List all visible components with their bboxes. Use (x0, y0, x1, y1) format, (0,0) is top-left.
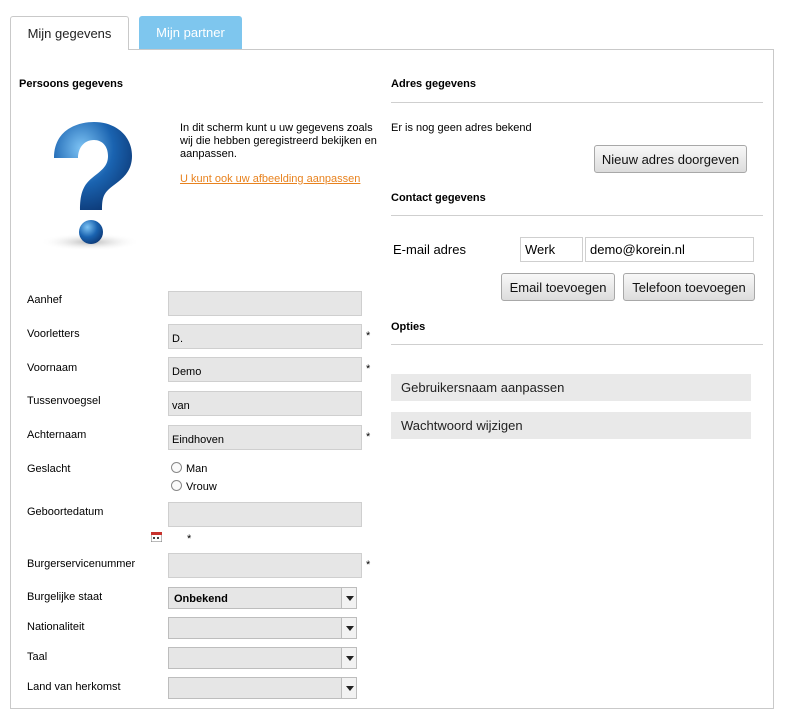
change-password-option[interactable]: Wachtwoord wijzigen (391, 412, 751, 439)
taal-select[interactable] (168, 647, 357, 669)
email-label: E-mail adres (393, 242, 466, 257)
contact-heading: Contact gegevens (391, 192, 486, 204)
bsn-label: Burgerservicenummer (27, 558, 136, 570)
voornaam-label: Voornaam (27, 362, 78, 374)
chevron-down-icon[interactable] (341, 648, 356, 668)
land-select[interactable] (168, 677, 357, 699)
geboortedatum-label: Geboortedatum (27, 506, 104, 518)
change-username-option[interactable]: Gebruikersnaam aanpassen (391, 374, 751, 401)
voorletters-field[interactable]: D. (168, 324, 362, 349)
divider (391, 102, 763, 103)
aanhef-field[interactable] (168, 291, 362, 316)
persons-heading: Persoons gegevens (19, 78, 123, 90)
aanhef-label: Aanhef (27, 294, 62, 306)
radio-vrouw[interactable] (171, 480, 182, 491)
add-email-button[interactable]: Email toevoegen (501, 273, 615, 301)
achternaam-field[interactable]: Eindhoven (168, 425, 362, 450)
voornaam-field[interactable]: Demo (168, 357, 362, 382)
taal-label: Taal (27, 651, 48, 663)
chevron-down-icon[interactable] (341, 588, 356, 608)
divider (391, 344, 763, 345)
address-heading: Adres gegevens (391, 78, 476, 90)
email-field[interactable]: demo@korein.nl (585, 237, 754, 262)
required-mark: * (366, 559, 371, 571)
chevron-down-icon[interactable] (341, 618, 356, 638)
required-mark: * (366, 330, 371, 342)
required-mark: * (366, 363, 371, 375)
intro-text: In dit scherm kunt u uw gegevens zoals w… (180, 122, 377, 160)
achternaam-label: Achternaam (27, 429, 87, 441)
land-label: Land van herkomst (27, 681, 121, 693)
divider (391, 215, 763, 216)
geboortedatum-field[interactable] (168, 502, 362, 527)
burgelijke-staat-value: Onbekend (174, 593, 228, 605)
tussenvoegsel-label: Tussenvoegsel (27, 395, 101, 407)
email-type-field[interactable]: Werk (520, 237, 583, 262)
tab-mijn-gegevens[interactable]: Mijn gegevens (10, 16, 129, 50)
options-heading: Opties (391, 321, 426, 333)
new-address-button[interactable]: Nieuw adres doorgeven (594, 145, 747, 173)
question-mark-icon (40, 118, 140, 258)
burgelijke-staat-label: Burgelijke staat (27, 591, 103, 603)
change-image-link[interactable]: U kunt ook uw afbeelding aanpassen (180, 173, 360, 185)
required-mark: * (366, 431, 371, 443)
burgelijke-staat-select[interactable]: Onbekend (168, 587, 357, 609)
tab-mijn-partner[interactable]: Mijn partner (139, 16, 242, 49)
bsn-field[interactable] (168, 553, 362, 578)
radio-vrouw-label: Vrouw (186, 481, 217, 493)
radio-man-label: Man (186, 463, 208, 475)
address-empty-text: Er is nog geen adres bekend (391, 122, 532, 134)
voorletters-label: Voorletters (27, 328, 80, 340)
add-phone-button[interactable]: Telefoon toevoegen (623, 273, 755, 301)
tussenvoegsel-field[interactable]: van (168, 391, 362, 416)
nationaliteit-label: Nationaliteit (27, 621, 85, 633)
required-mark: * (187, 533, 192, 545)
calendar-icon[interactable] (150, 531, 163, 543)
geslacht-label: Geslacht (27, 463, 71, 475)
nationaliteit-select[interactable] (168, 617, 357, 639)
chevron-down-icon[interactable] (341, 678, 356, 698)
radio-man[interactable] (171, 462, 182, 473)
